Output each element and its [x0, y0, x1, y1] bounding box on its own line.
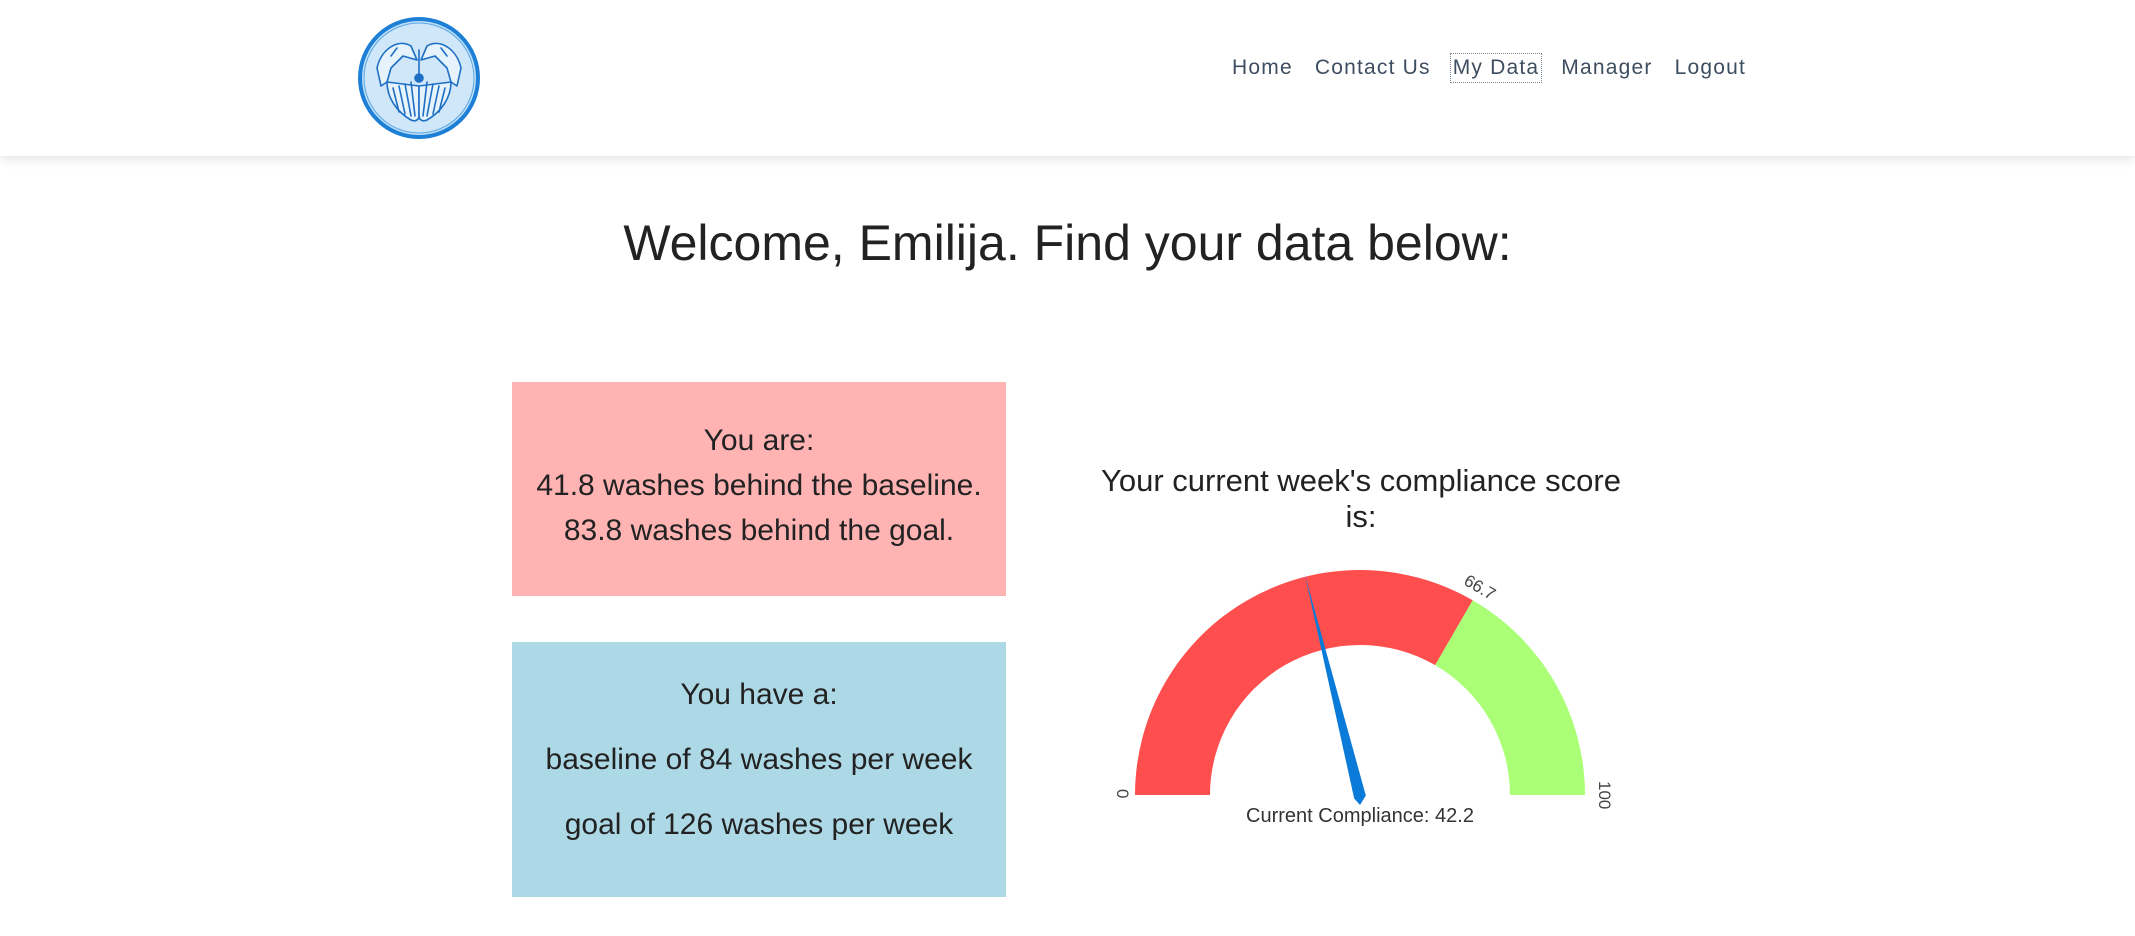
baseline-deficit-text: 41.8 washes behind the baseline. [536, 469, 982, 502]
status-card: You are: 41.8 washes behind the baseline… [512, 382, 1006, 596]
gauge-high-segment [1435, 600, 1585, 795]
hands-logo-icon[interactable] [357, 16, 481, 140]
nav-contact-link[interactable]: Contact Us [1313, 54, 1433, 82]
baseline-target-text: baseline of 84 washes per week [545, 743, 973, 776]
compliance-gauge: 0 100 66.7 Current Compliance: 42.2 [1113, 570, 1614, 827]
nav-my-data-link[interactable]: My Data [1449, 53, 1543, 83]
goal-deficit-text: 83.8 washes behind the goal. [563, 514, 955, 547]
targets-card-heading: You have a: [680, 678, 838, 711]
nav-logout-link[interactable]: Logout [1673, 54, 1748, 82]
status-card-heading: You are: [703, 424, 815, 457]
gauge-value-label: Current Compliance: 42.2 [1246, 805, 1474, 827]
gauge-max-label: 100 [1595, 781, 1614, 809]
gauge-heading: Your current week's compliance score is: [1101, 463, 1621, 534]
nav-manager-link[interactable]: Manager [1559, 54, 1654, 82]
nav-home-link[interactable]: Home [1230, 54, 1295, 82]
main-nav: Home Contact Us My Data Manager Logout [1230, 53, 1766, 83]
page-title: Welcome, Emilija. Find your data below: [623, 215, 1512, 271]
gauge-low-segment [1135, 570, 1473, 795]
targets-card: You have a: baseline of 84 washes per we… [512, 642, 1006, 897]
goal-target-text: goal of 126 washes per week [564, 808, 954, 841]
gauge-min-label: 0 [1113, 789, 1132, 798]
site-header: Home Contact Us My Data Manager Logout [0, 0, 2135, 156]
